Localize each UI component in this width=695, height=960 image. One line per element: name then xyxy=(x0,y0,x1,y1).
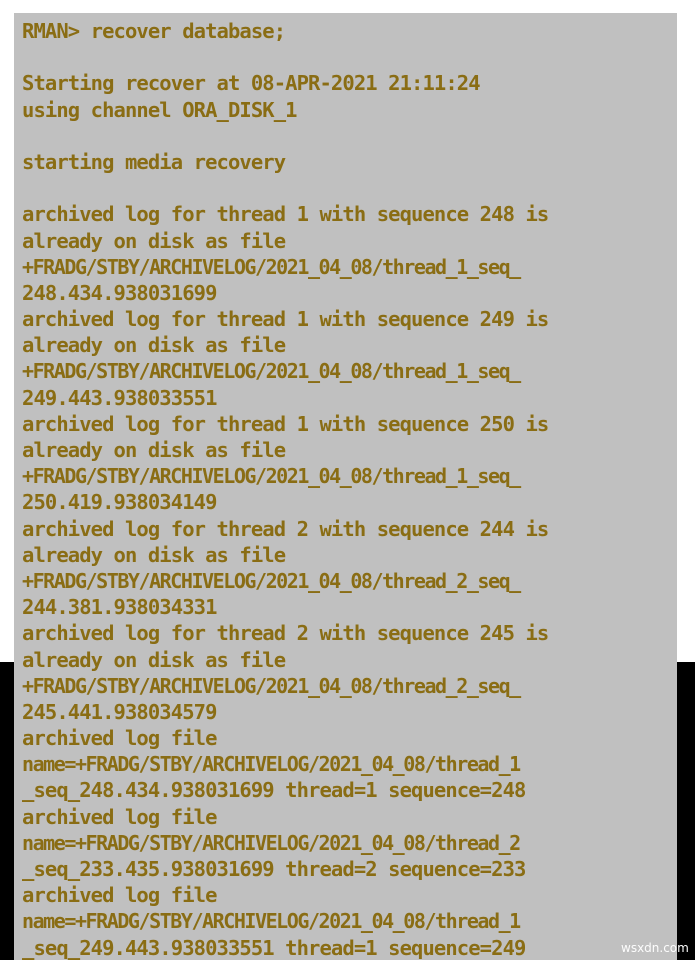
terminal-line: name=+FRADG/STBY/ARCHIVELOG/2021_04_08/t… xyxy=(22,752,521,777)
terminal-line: name=+FRADG/STBY/ARCHIVELOG/2021_04_08/t… xyxy=(22,909,521,934)
terminal-line: name=+FRADG/STBY/ARCHIVELOG/2021_04_08/t… xyxy=(22,830,521,855)
terminal-line: 250.419.938034149 xyxy=(22,490,217,515)
terminal-line: +FRADG/STBY/ARCHIVELOG/2021_04_08/thread… xyxy=(22,464,521,489)
terminal-line: archived log for thread 1 with sequence … xyxy=(22,307,549,332)
screenshot-root: RMAN> recover database; Starting recover … xyxy=(0,0,695,960)
terminal-line: 245.441.938034579 xyxy=(22,699,217,724)
terminal-line: 248.434.938031699 xyxy=(22,280,217,305)
terminal-line: starting media recovery xyxy=(22,149,286,174)
terminal-line: archived log file xyxy=(22,883,217,908)
terminal-line: already on disk as file xyxy=(22,228,286,253)
terminal-line: using channel ORA_DISK_1 xyxy=(22,97,298,122)
terminal-line: archived log for thread 2 with sequence … xyxy=(22,621,549,646)
terminal-line: Starting recover at 08-APR-2021 21:11:24 xyxy=(22,71,481,96)
terminal-line: _seq_249.443.938033551 thread=1 sequence… xyxy=(22,935,526,960)
terminal-line: archived log for thread 2 with sequence … xyxy=(22,516,549,541)
terminal-line: +FRADG/STBY/ARCHIVELOG/2021_04_08/thread… xyxy=(22,673,521,698)
terminal-line-list: RMAN> recover database; Starting recover … xyxy=(22,18,677,960)
terminal-line: archived log for thread 1 with sequence … xyxy=(22,202,549,227)
terminal-line: archived log file xyxy=(22,726,217,751)
terminal-output-panel[interactable]: RMAN> recover database; Starting recover … xyxy=(14,13,677,960)
terminal-line: archived log for thread 1 with sequence … xyxy=(22,411,549,436)
terminal-line: RMAN> recover database; xyxy=(22,19,286,43)
terminal-line: 249.443.938033551 xyxy=(22,385,217,410)
terminal-line: _seq_248.434.938031699 thread=1 sequence… xyxy=(22,778,526,803)
terminal-line: already on disk as file xyxy=(22,647,286,672)
terminal-line: already on disk as file xyxy=(22,333,286,358)
terminal-line: archived log file xyxy=(22,804,217,829)
terminal-line: +FRADG/STBY/ARCHIVELOG/2021_04_08/thread… xyxy=(22,568,521,593)
terminal-line: already on disk as file xyxy=(22,438,286,462)
terminal-line: _seq_233.435.938031699 thread=2 sequence… xyxy=(22,857,526,881)
terminal-line: +FRADG/STBY/ARCHIVELOG/2021_04_08/thread… xyxy=(22,254,521,279)
watermark-label: wsxdn.com xyxy=(621,941,689,955)
terminal-line: already on disk as file xyxy=(22,542,286,567)
terminal-line: 244.381.938034331 xyxy=(22,595,217,620)
terminal-line: +FRADG/STBY/ARCHIVELOG/2021_04_08/thread… xyxy=(22,359,521,384)
